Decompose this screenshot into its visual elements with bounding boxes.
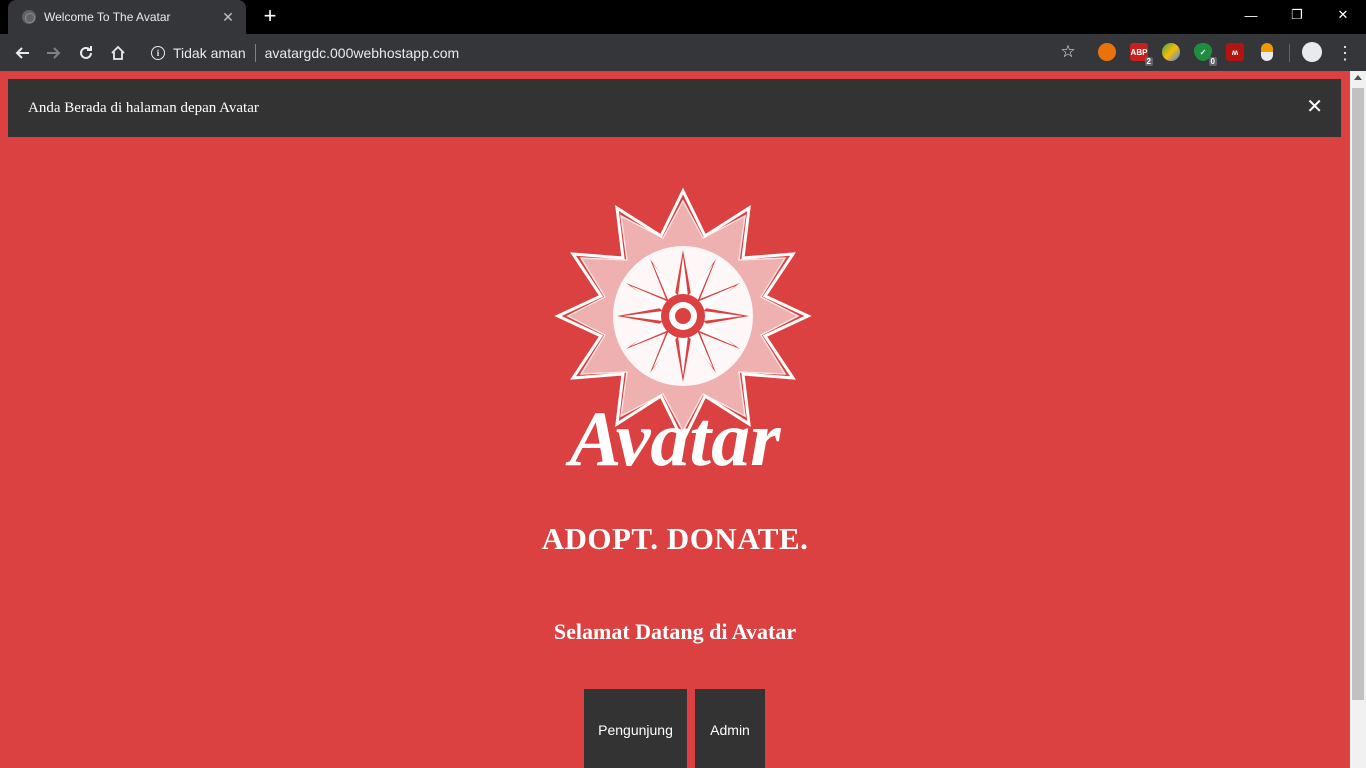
visitor-button[interactable]: Pengunjung: [584, 689, 687, 768]
restore-button[interactable]: ❐: [1274, 0, 1320, 30]
adblock-extension-label: ABP: [1130, 47, 1148, 57]
avatar-logo: Avatar: [554, 187, 812, 473]
notice-message: Anda Berada di halaman depan Avatar: [28, 99, 259, 116]
colorful-extension-icon[interactable]: [1162, 43, 1180, 61]
scroll-up-arrow-icon[interactable]: [1354, 75, 1362, 80]
scrollbar-thumb[interactable]: [1352, 88, 1364, 700]
mega-extension-label: ʍ: [1231, 47, 1239, 57]
capsule-extension-icon[interactable]: [1261, 43, 1273, 61]
shield-extension-label: ✓: [1199, 47, 1207, 57]
forward-arrow-icon[interactable]: [41, 40, 67, 66]
tab-title: Welcome To The Avatar: [44, 10, 171, 24]
browser-toolbar: i Tidak aman avatargdc.000webhostapp.com…: [0, 34, 1366, 71]
url-text[interactable]: avatargdc.000webhostapp.com: [265, 45, 460, 61]
mega-extension-icon[interactable]: ʍ: [1226, 43, 1244, 61]
globe-icon: [22, 10, 36, 24]
home-icon[interactable]: [105, 40, 131, 66]
notice-close-icon[interactable]: ✕: [1306, 96, 1323, 118]
browser-tab[interactable]: Welcome To The Avatar ✕: [8, 0, 246, 34]
admin-button[interactable]: Admin: [695, 689, 765, 768]
toolbar-separator: [1289, 44, 1290, 62]
info-icon[interactable]: i: [151, 45, 165, 60]
fire-extension-icon[interactable]: [1098, 43, 1116, 61]
tab-close-icon[interactable]: ✕: [220, 9, 236, 26]
address-separator: [254, 43, 256, 62]
reload-icon[interactable]: [73, 40, 99, 66]
tab-strip: Welcome To The Avatar ✕ + — ❐ ✕: [0, 0, 1366, 34]
shield-badge: 0: [1208, 57, 1217, 66]
security-label[interactable]: Tidak aman: [173, 45, 246, 61]
vertical-scrollbar[interactable]: [1350, 71, 1366, 768]
tagline: ADOPT. DONATE.: [541, 521, 809, 556]
bookmark-star-icon[interactable]: ☆: [1056, 40, 1080, 64]
minimize-button[interactable]: —: [1228, 0, 1274, 30]
adblock-extension-icon[interactable]: ABP 2: [1130, 43, 1153, 66]
logo-text: Avatar: [565, 395, 782, 473]
profile-avatar-icon[interactable]: [1302, 42, 1322, 62]
notice-banner: Anda Berada di halaman depan Avatar ✕: [8, 79, 1341, 137]
new-tab-button[interactable]: +: [258, 5, 282, 29]
window-close-button[interactable]: ✕: [1320, 0, 1366, 30]
page-content: Anda Berada di halaman depan Avatar ✕ Av…: [0, 71, 1350, 768]
shield-extension-icon[interactable]: ✓ 0: [1194, 43, 1217, 66]
kebab-menu-icon[interactable]: ⋮: [1336, 40, 1354, 66]
adblock-badge: 2: [1144, 57, 1153, 66]
back-arrow-icon[interactable]: [9, 40, 35, 66]
welcome-heading: Selamat Datang di Avatar: [553, 619, 797, 644]
